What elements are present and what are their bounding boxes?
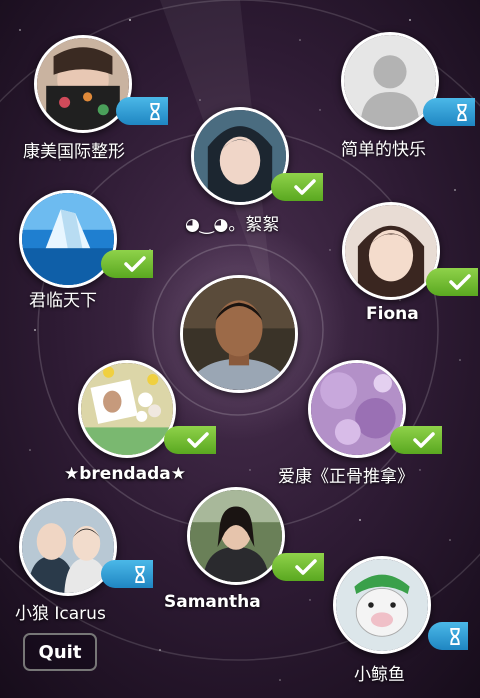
accepted-badge — [426, 268, 478, 296]
friend-name: 康美国际整形 — [23, 142, 125, 162]
checkmark-icon — [294, 179, 316, 195]
checkmark-icon — [124, 256, 146, 272]
friend-junlin[interactable]: 君临天下 — [15, 190, 155, 311]
friend-name: Samantha — [164, 592, 261, 612]
pending-badge — [428, 622, 468, 650]
friend-kangmei[interactable]: 康美国际整形 — [20, 35, 170, 165]
accepted-badge — [390, 426, 442, 454]
accepted-badge — [164, 426, 216, 454]
avatar — [342, 202, 440, 300]
friend-name: Fiona — [366, 304, 419, 324]
accepted-badge — [101, 250, 153, 278]
friend-jiandan[interactable]: 简单的快乐 — [335, 30, 480, 165]
accepted-badge — [272, 553, 324, 581]
hourglass-icon — [450, 627, 460, 645]
checkmark-icon — [295, 559, 317, 575]
avatar — [187, 487, 285, 585]
friend-name: 爱康《正骨推拿》 — [278, 467, 414, 487]
friend-samantha[interactable]: Samantha — [160, 487, 335, 617]
avatar — [333, 556, 431, 654]
friend-name: 小鲸鱼 — [354, 665, 405, 685]
friend-name: 简单的快乐 — [341, 140, 426, 160]
friend-name: ◕‿◕。絮絮 — [185, 215, 280, 235]
friend-fiona[interactable]: Fiona — [340, 202, 480, 327]
hourglass-icon — [457, 103, 467, 121]
friend-brendada[interactable]: ★brendada★ — [60, 358, 220, 488]
friend-xuxu[interactable]: ◕‿◕。絮絮 — [185, 105, 325, 235]
friend-xiaojingyu[interactable]: 小鲸鱼 — [330, 556, 480, 691]
pending-badge — [101, 560, 153, 588]
avatar — [78, 360, 176, 458]
hourglass-icon — [135, 565, 145, 583]
friend-xiaolang[interactable]: 小狼 Icarus — [15, 498, 155, 626]
quit-button[interactable]: Quit — [23, 633, 97, 671]
checkmark-icon — [413, 432, 435, 448]
accepted-badge — [271, 173, 323, 201]
checkmark-icon — [449, 274, 471, 290]
hourglass-icon — [150, 102, 160, 120]
pending-badge — [116, 97, 168, 125]
avatar — [19, 190, 117, 288]
friend-name: 君临天下 — [29, 291, 97, 311]
pending-badge — [423, 98, 475, 126]
friend-name: ★brendada★ — [64, 464, 186, 484]
friend-aikang[interactable]: 爱康《正骨推拿》 — [278, 360, 480, 490]
checkmark-icon — [187, 432, 209, 448]
friend-name: 小狼 Icarus — [15, 604, 106, 624]
